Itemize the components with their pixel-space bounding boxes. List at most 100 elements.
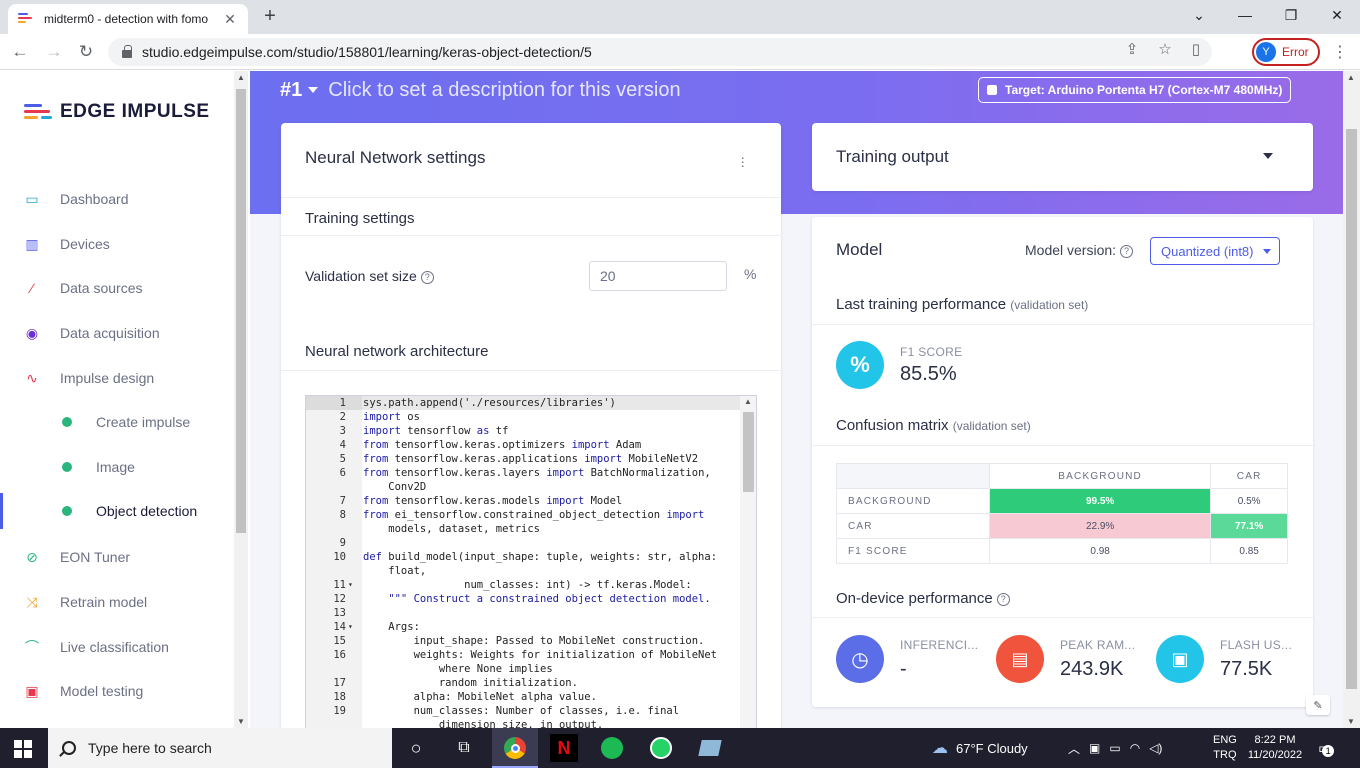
version-description[interactable]: Click to set a description for this vers… xyxy=(328,79,680,101)
weather-widget[interactable]: ☁ 67°F Cloudy xyxy=(932,728,1028,768)
browser-tab[interactable]: midterm0 - detection with fomo ✕ xyxy=(8,4,248,34)
side-panel-icon[interactable]: ▯ xyxy=(1192,40,1200,58)
help-icon[interactable]: ? xyxy=(420,270,434,284)
notifications-button[interactable]: ▭ 1 xyxy=(1318,728,1335,768)
sidebar-item-label: Impulse design xyxy=(60,370,155,386)
target-device-button[interactable]: Target: Arduino Portenta H7 (Cortex-M7 4… xyxy=(978,77,1292,103)
sidebar-item-retrain-model[interactable]: ⤨ Retrain model xyxy=(0,582,234,622)
sidebar-item-model-testing[interactable]: ▣ Model testing xyxy=(0,671,234,711)
sidebar-item-object-detection[interactable]: Object detection xyxy=(0,491,234,531)
help-icon[interactable]: ? xyxy=(1120,244,1134,258)
search-icon xyxy=(62,741,76,755)
code-editor[interactable]: 1 sys.path.append('./resources/libraries'… xyxy=(305,395,757,728)
back-button[interactable]: ← xyxy=(8,40,32,64)
code-line: 13 xyxy=(333,607,346,619)
code-line: dimension size, in output. xyxy=(306,718,742,728)
chevron-up-icon[interactable]: ︿ xyxy=(1068,740,1080,757)
code-text: Conv2D xyxy=(363,481,427,493)
sidebar-item-dashboard[interactable]: ▭ Dashboard xyxy=(0,179,234,219)
new-tab-button[interactable]: + xyxy=(258,5,282,28)
sidebar-item-data-acquisition[interactable]: ◉ Data acquisition xyxy=(0,313,234,353)
code-text: from ei_tensorflow.constrained_object_de… xyxy=(363,509,705,521)
broadcast-icon: ⌒ xyxy=(25,639,39,655)
reload-button[interactable]: ↻ xyxy=(74,40,98,64)
version-number: #1 xyxy=(280,79,303,101)
page-scrollbar[interactable]: ▲ ▼ xyxy=(1343,71,1360,728)
cm-row-header: BACKGROUND xyxy=(836,488,990,514)
code-text: import os xyxy=(363,411,420,423)
training-output-title: Training output xyxy=(836,147,949,166)
bookmark-star-icon[interactable]: ☆ xyxy=(1158,40,1171,58)
wifi-icon[interactable]: ◠ xyxy=(1130,741,1140,755)
language-indicator[interactable]: ENG TRQ xyxy=(1213,728,1237,768)
network-icon[interactable]: ▣ xyxy=(1089,741,1100,755)
sidebar-item-devices[interactable]: ▥ Devices xyxy=(0,224,234,264)
forward-button[interactable]: → xyxy=(42,40,66,64)
logo-mark-icon xyxy=(24,102,52,122)
windows-start-icon[interactable] xyxy=(14,740,32,758)
cm-cell: 22.9% xyxy=(988,513,1212,539)
feedback-icon[interactable]: ✎ xyxy=(1306,695,1330,715)
peak-ram-label: PEAK RAM... xyxy=(1060,638,1136,652)
profile-button[interactable]: Y Error xyxy=(1252,38,1320,66)
help-icon[interactable]: ? xyxy=(996,592,1010,606)
battery-icon[interactable]: ▭ xyxy=(1109,741,1120,755)
fold-arrow-icon[interactable]: ▾ xyxy=(348,578,353,592)
code-text: dimension size, in output. xyxy=(363,719,604,728)
code-text: Args: xyxy=(363,621,420,633)
more-options-icon[interactable]: · · · xyxy=(740,150,745,172)
minimize-button[interactable]: — xyxy=(1222,0,1268,30)
close-tab-icon[interactable]: ✕ xyxy=(222,11,238,28)
cm-cell: 0.85 xyxy=(1210,538,1288,564)
code-text: random initialization. xyxy=(363,677,578,689)
share-icon[interactable]: ⇪ xyxy=(1126,40,1139,58)
code-text: alpha: MobileNet alpha value. xyxy=(363,691,597,703)
version-selector[interactable]: #1 Click to set a description for this ve… xyxy=(280,79,681,102)
training-output-card[interactable]: Training output xyxy=(812,123,1313,191)
model-version-select[interactable]: Quantized (int8) xyxy=(1150,237,1280,265)
sidebar-item-data-sources[interactable]: ⁄ Data sources xyxy=(0,268,234,308)
clock[interactable]: 8:22 PM 11/20/2022 xyxy=(1246,728,1304,768)
volume-icon[interactable]: ◁) xyxy=(1149,741,1162,755)
app-icon[interactable] xyxy=(696,734,724,762)
edge-impulse-logo[interactable]: EDGE IMPULSE xyxy=(24,101,210,123)
sidebar-item-label: Retrain model xyxy=(60,594,148,610)
cortana-icon[interactable]: ○ xyxy=(402,734,430,762)
code-text: def build_model(input_shape: tuple, weig… xyxy=(363,551,718,563)
task-view-icon[interactable]: ⧉ xyxy=(450,734,478,762)
spotify-icon[interactable] xyxy=(598,734,626,762)
code-line: 3 import tensorflow as tf xyxy=(339,425,509,437)
url-input[interactable]: studio.edgeimpulse.com/studio/158801/lea… xyxy=(108,38,1212,66)
code-line: 9 xyxy=(339,537,346,549)
sidebar-item-create-impulse[interactable]: Create impulse xyxy=(0,402,234,442)
cm-col-header: BACKGROUND xyxy=(988,463,1212,489)
validation-set-input[interactable] xyxy=(589,261,727,291)
sidebar-item-impulse-design[interactable]: ∿ Impulse design xyxy=(0,358,234,398)
sidebar-item-eon-tuner[interactable]: ⊘ EON Tuner xyxy=(0,537,234,577)
on-device-heading: On-device performance? xyxy=(836,590,1010,607)
whatsapp-icon[interactable] xyxy=(647,734,675,762)
sidebar-item-image[interactable]: Image xyxy=(0,447,234,487)
chrome-icon[interactable] xyxy=(501,734,529,762)
restore-button[interactable]: ❐ xyxy=(1268,0,1314,30)
address-bar-row: ← → ↻ studio.edgeimpulse.com/studio/1588… xyxy=(0,34,1360,70)
chevron-down-icon[interactable] xyxy=(1263,153,1273,159)
sidebar-item-live-classification[interactable]: ⌒ Live classification xyxy=(0,627,234,667)
editor-scrollbar[interactable]: ▲ xyxy=(740,396,756,728)
lock-icon[interactable] xyxy=(122,45,132,58)
sidebar-item-label: Dashboard xyxy=(60,191,129,207)
close-window-button[interactable]: ✕ xyxy=(1314,0,1360,30)
last-training-heading: Last training performance (validation se… xyxy=(836,296,1089,313)
netflix-icon[interactable]: N xyxy=(550,734,578,762)
taskbar-search-input[interactable]: Type here to search xyxy=(48,728,392,768)
code-line: 6 from tensorflow.keras.layers import Bat… xyxy=(339,467,711,479)
taskbar-search-placeholder: Type here to search xyxy=(88,740,212,756)
fold-arrow-icon[interactable]: ▾ xyxy=(348,620,353,634)
sidebar-item-label: Devices xyxy=(60,236,110,252)
tab-search-icon[interactable]: ⌄ xyxy=(1176,0,1222,30)
ram-icon: ▤ xyxy=(996,635,1044,683)
sidebar-scrollbar[interactable]: ▲ ▼ xyxy=(234,71,248,728)
url-text: studio.edgeimpulse.com/studio/158801/lea… xyxy=(142,44,592,60)
browser-menu-icon[interactable]: ⋮ xyxy=(1332,42,1348,62)
target-label: Target: Arduino Portenta H7 (Cortex-M7 4… xyxy=(1005,83,1283,97)
